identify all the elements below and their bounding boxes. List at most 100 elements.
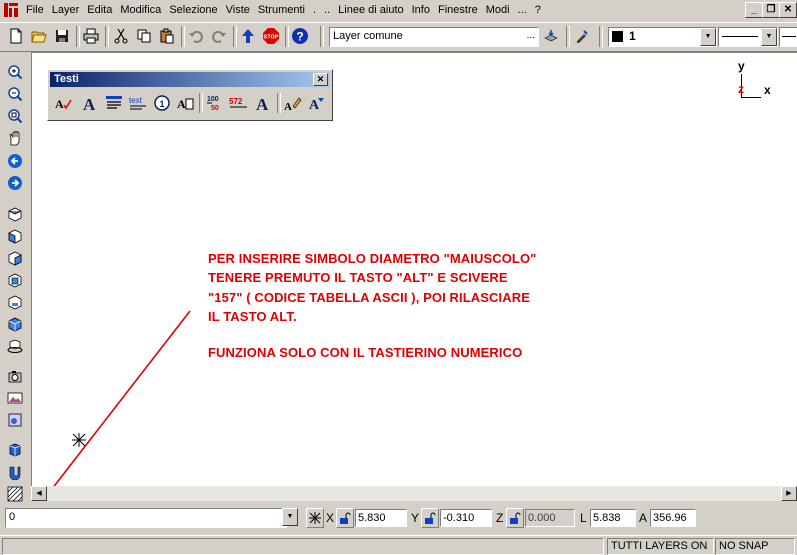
menu-dot[interactable]: .: [311, 4, 322, 16]
restore-button[interactable]: ❐: [762, 2, 780, 18]
view-top-icon[interactable]: [6, 205, 24, 223]
menu-finestre[interactable]: Finestre: [436, 4, 484, 16]
menu-modifica[interactable]: Modifica: [118, 4, 167, 16]
previous-view-icon[interactable]: [6, 152, 24, 170]
print-icon[interactable]: [81, 26, 101, 46]
close-icon[interactable]: ✕: [313, 73, 328, 86]
arrow-up-icon[interactable]: [238, 26, 258, 46]
lock-y-icon[interactable]: [421, 508, 439, 528]
testi-toolbar[interactable]: Testi ✕ A A text 1 A 100 50 572 A A A: [47, 69, 333, 121]
menu-strumenti[interactable]: Strumenti: [256, 4, 311, 16]
menu-file[interactable]: File: [24, 4, 50, 16]
chevron-down-icon[interactable]: ▼: [700, 28, 716, 46]
chevron-down-icon[interactable]: ▼: [282, 508, 298, 526]
command-input[interactable]: 0: [5, 508, 287, 528]
attribute-icon[interactable]: A: [175, 92, 195, 114]
redo-icon[interactable]: [209, 26, 229, 46]
scroll-right-icon[interactable]: ▶: [781, 486, 797, 501]
menu-selezione[interactable]: Selezione: [167, 4, 223, 16]
open-folder-icon[interactable]: [29, 26, 49, 46]
undo-icon[interactable]: [186, 26, 206, 46]
text-icon[interactable]: text: [128, 92, 148, 114]
lineweight-combo[interactable]: [779, 27, 797, 47]
menu-help[interactable]: ?: [533, 4, 547, 16]
number-format-icon[interactable]: 572: [229, 92, 249, 114]
view-3d-orbit-icon[interactable]: [6, 337, 24, 355]
scroll-left-icon[interactable]: ◀: [31, 486, 47, 501]
numbering-icon[interactable]: 100 50: [205, 92, 225, 114]
status-message: [2, 538, 604, 555]
lock-z-icon[interactable]: [506, 508, 524, 528]
menu-edita[interactable]: Edita: [85, 4, 118, 16]
paste-icon[interactable]: [157, 26, 177, 46]
menu-info[interactable]: Info: [410, 4, 436, 16]
menu-viste[interactable]: Viste: [224, 4, 256, 16]
spell-check-icon[interactable]: A: [53, 92, 73, 114]
toolbar-separator: [285, 26, 289, 47]
camera-icon[interactable]: [6, 367, 24, 385]
close-button[interactable]: ✕: [779, 2, 797, 18]
coord-x-field[interactable]: 5.830: [355, 509, 407, 527]
new-file-icon[interactable]: [6, 26, 26, 46]
copy-icon[interactable]: [134, 26, 154, 46]
minimize-button[interactable]: _: [745, 2, 763, 18]
coord-y-label: Y: [411, 511, 420, 525]
3d-surface-icon[interactable]: [6, 463, 24, 481]
horizontal-scrollbar[interactable]: ◀ ▶: [31, 486, 797, 501]
help-icon[interactable]: ?: [290, 26, 310, 46]
cut-icon[interactable]: [111, 26, 131, 46]
coord-l-value: 5.838: [593, 512, 621, 524]
render-icon[interactable]: [6, 411, 24, 429]
layer-manager-icon[interactable]: [541, 26, 561, 46]
3d-solid-icon[interactable]: [6, 441, 24, 459]
view-right-icon[interactable]: [6, 249, 24, 267]
app-logo-icon[interactable]: [3, 2, 19, 18]
view-left-icon[interactable]: [6, 271, 24, 289]
text-style-icon[interactable]: A: [81, 92, 101, 114]
hatch-icon[interactable]: [6, 485, 24, 503]
lock-x-icon[interactable]: [336, 508, 354, 528]
view-iso-icon[interactable]: [6, 315, 24, 333]
layer-combo[interactable]: Layer comune ...: [329, 27, 539, 47]
stop-icon[interactable]: STOP: [261, 26, 281, 46]
zoom-window-icon[interactable]: [6, 107, 24, 125]
next-view-icon[interactable]: [6, 174, 24, 192]
save-icon[interactable]: [52, 26, 72, 46]
menu-layer[interactable]: Layer: [50, 4, 86, 16]
menu-dotdot[interactable]: ..: [322, 4, 336, 16]
coord-a-field[interactable]: 356.96: [650, 509, 696, 527]
numbered-text-icon[interactable]: 1: [152, 92, 172, 114]
toolbar-separator: [181, 26, 185, 47]
coord-l-field[interactable]: 5.838: [590, 509, 636, 527]
chevron-down-icon[interactable]: ▼: [761, 28, 777, 46]
status-snap[interactable]: NO SNAP: [715, 538, 795, 555]
red-leader-line: [52, 310, 191, 487]
coord-z-value: 0.000: [528, 512, 556, 524]
zoom-out-icon[interactable]: [6, 85, 24, 103]
snap-toggle-icon[interactable]: [306, 508, 324, 528]
svg-text:100: 100: [207, 96, 219, 103]
image-icon[interactable]: [6, 389, 24, 407]
linetype-combo[interactable]: ▼: [718, 27, 778, 47]
font-icon[interactable]: A: [254, 92, 274, 114]
status-layers[interactable]: TUTTI LAYERS ON: [607, 538, 714, 555]
text-properties-icon[interactable]: A: [307, 92, 327, 114]
view-back-icon[interactable]: [6, 293, 24, 311]
pan-hand-icon[interactable]: [6, 130, 24, 148]
svg-text:A: A: [177, 97, 186, 111]
coord-z-label: Z: [496, 511, 504, 525]
testi-toolbar-titlebar[interactable]: Testi ✕: [50, 72, 330, 87]
layer-combo-ellipsis[interactable]: ...: [527, 30, 535, 41]
toolbar-separator: [233, 26, 237, 47]
text-edit-icon[interactable]: A: [283, 92, 303, 114]
match-properties-icon[interactable]: [572, 26, 592, 46]
zoom-in-icon[interactable]: [6, 63, 24, 81]
view-front-icon[interactable]: [6, 227, 24, 245]
menu-linee-di-aiuto[interactable]: Linee di aiuto: [336, 4, 409, 16]
coord-y-field[interactable]: -0.310: [440, 509, 492, 527]
multiline-text-icon[interactable]: [104, 92, 124, 114]
coord-x-label: X: [326, 511, 335, 525]
menu-ellipsis[interactable]: ...: [516, 4, 533, 16]
menu-modi[interactable]: Modi: [484, 4, 516, 16]
color-combo[interactable]: 1 ▼: [608, 27, 717, 47]
